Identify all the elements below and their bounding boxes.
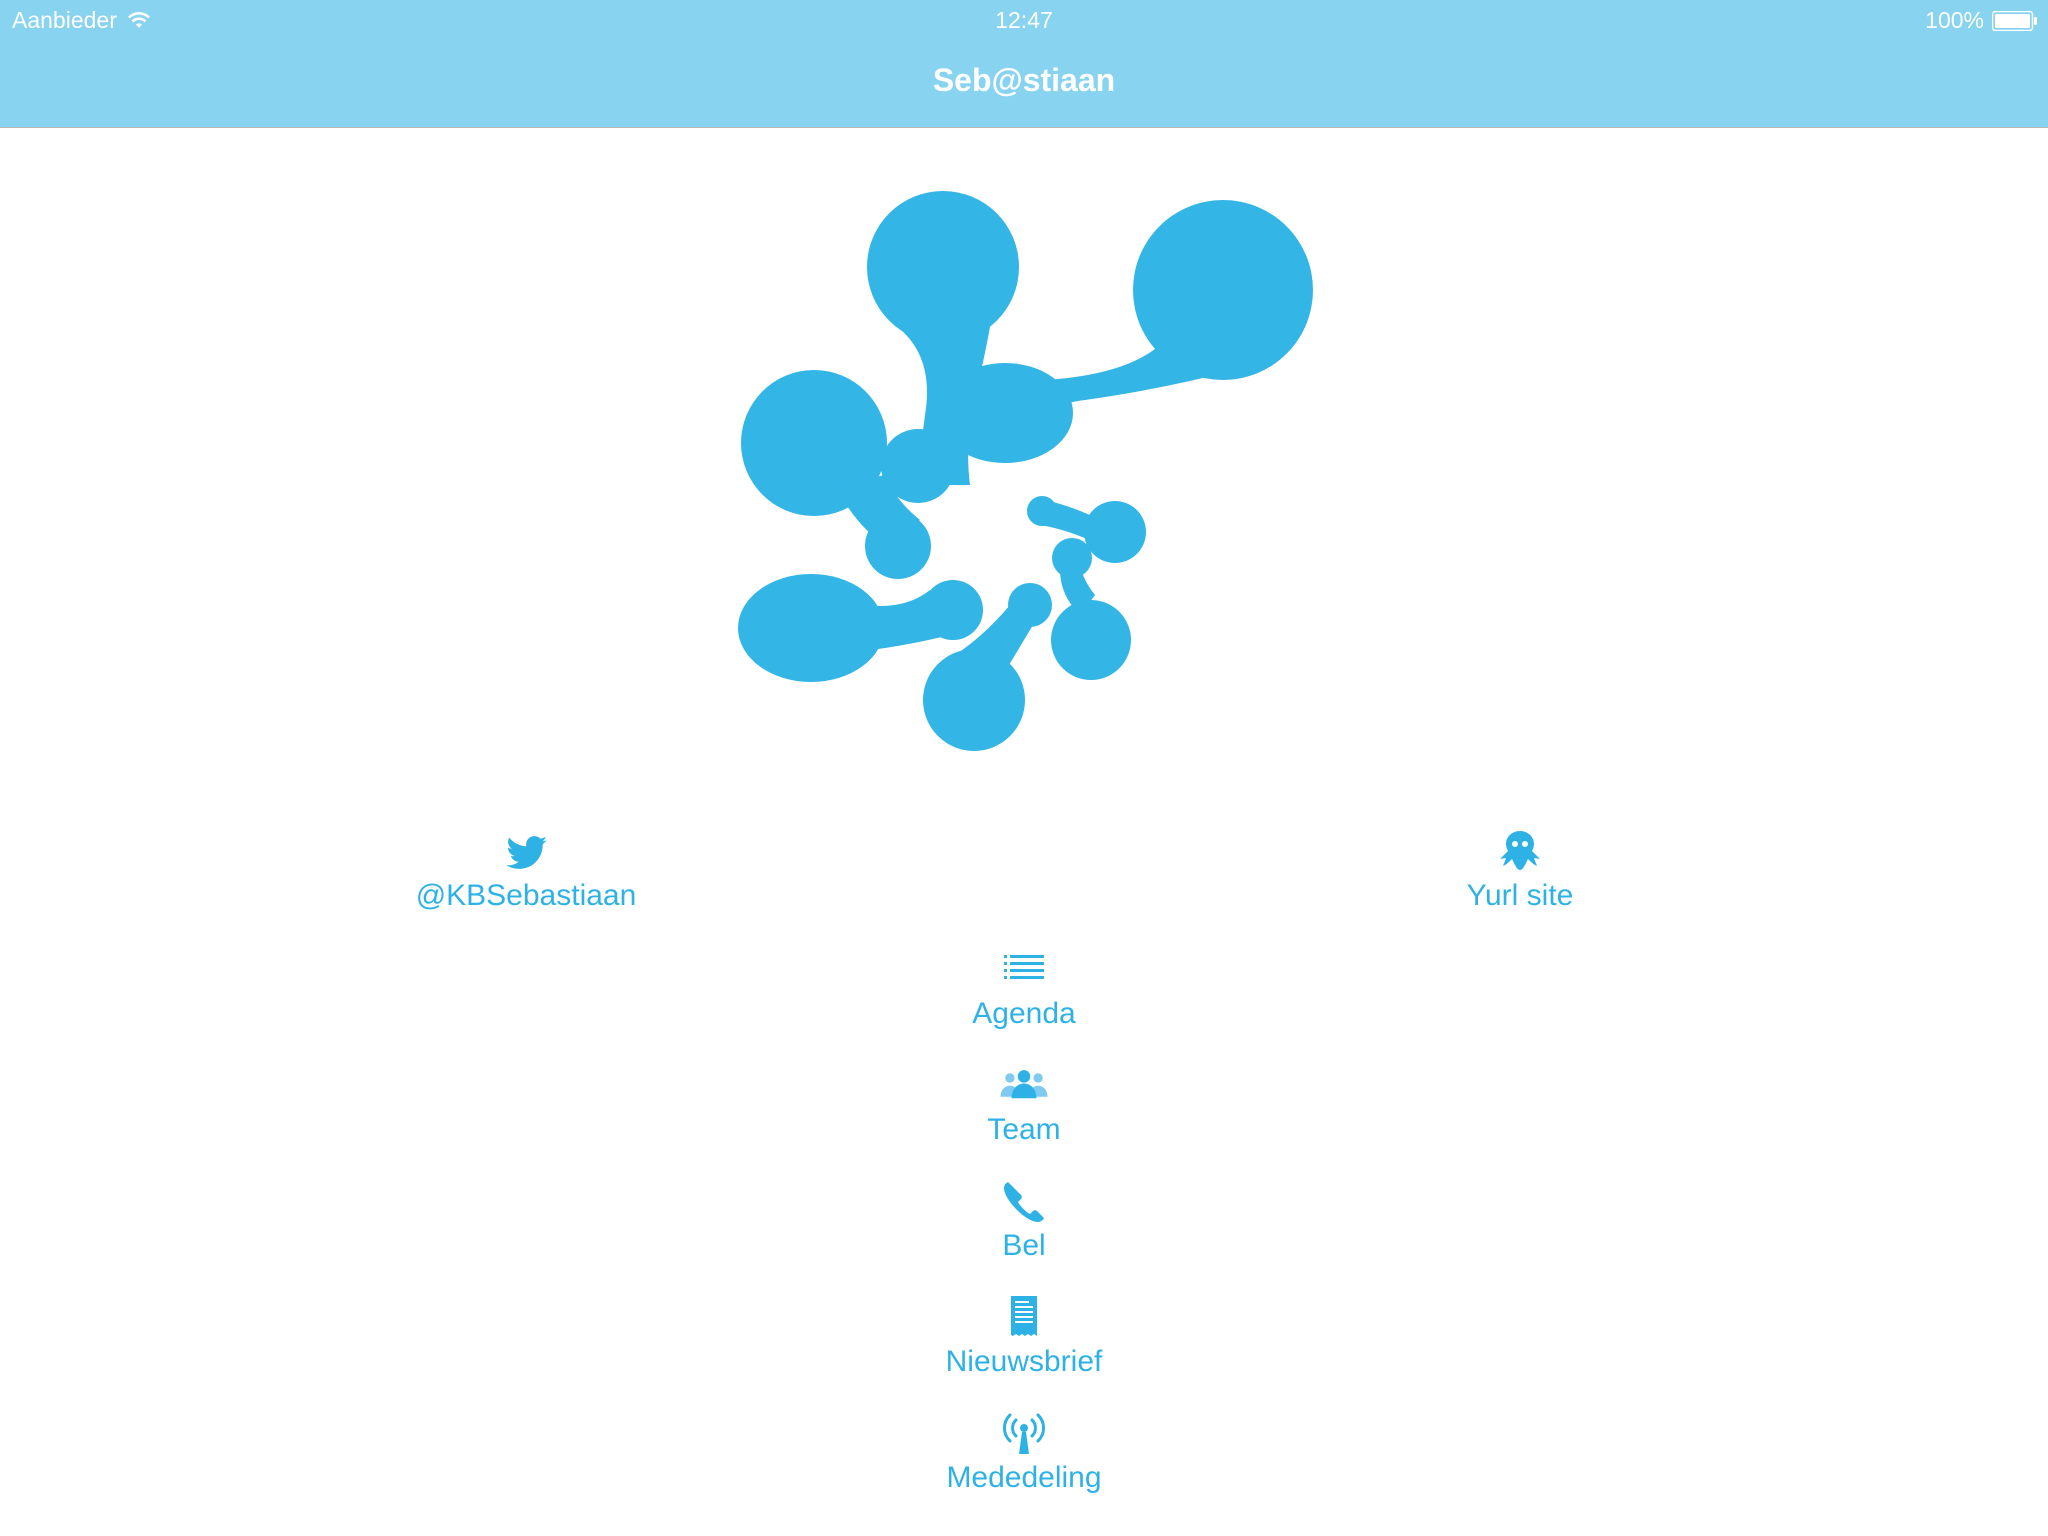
navigation-bar: Aanbieder 12:47 100% Seb@stiaan [0, 0, 2048, 128]
brand-logo [738, 191, 1313, 751]
announcement-button[interactable]: Mededeling [874, 1410, 1174, 1494]
yurl-label: Yurl site [1466, 879, 1574, 912]
list-icon [1004, 955, 1044, 979]
twitter-bird-icon [506, 836, 547, 869]
page-title: Seb@stiaan [932, 62, 1116, 98]
broadcast-icon [1003, 1413, 1045, 1454]
newsletter-button[interactable]: Nieuwsbrief [874, 1294, 1174, 1378]
mededeling-label: Mededeling [946, 1461, 1102, 1494]
call-button[interactable]: Bel [874, 1178, 1174, 1262]
battery-icon [1992, 10, 2037, 31]
battery-percent: 100% [1925, 7, 1984, 33]
twitter-link[interactable]: @KBSebastiaan [380, 828, 672, 912]
twitter-label: @KBSebastiaan [415, 879, 637, 912]
team-icon [1000, 1070, 1048, 1099]
agenda-label: Agenda [972, 997, 1076, 1030]
yurl-site-link[interactable]: Yurl site [1370, 828, 1670, 912]
bel-label: Bel [1002, 1229, 1046, 1262]
status-bar: Aanbieder 12:47 100% [0, 0, 2048, 40]
app-screen: Aanbieder 12:47 100% Seb@stiaan @KBSebas… [0, 0, 2048, 1536]
battery-indicator: 100% [1925, 7, 2038, 34]
nieuwsbrief-label: Nieuwsbrief [945, 1345, 1103, 1378]
yurl-mascot-icon [1500, 831, 1540, 870]
team-button[interactable]: Team [874, 1062, 1174, 1146]
newsletter-icon [1011, 1296, 1037, 1336]
team-label: Team [987, 1113, 1061, 1146]
status-time: 12:47 [995, 7, 1053, 33]
phone-icon [1004, 1182, 1044, 1222]
agenda-button[interactable]: Agenda [874, 946, 1174, 1030]
